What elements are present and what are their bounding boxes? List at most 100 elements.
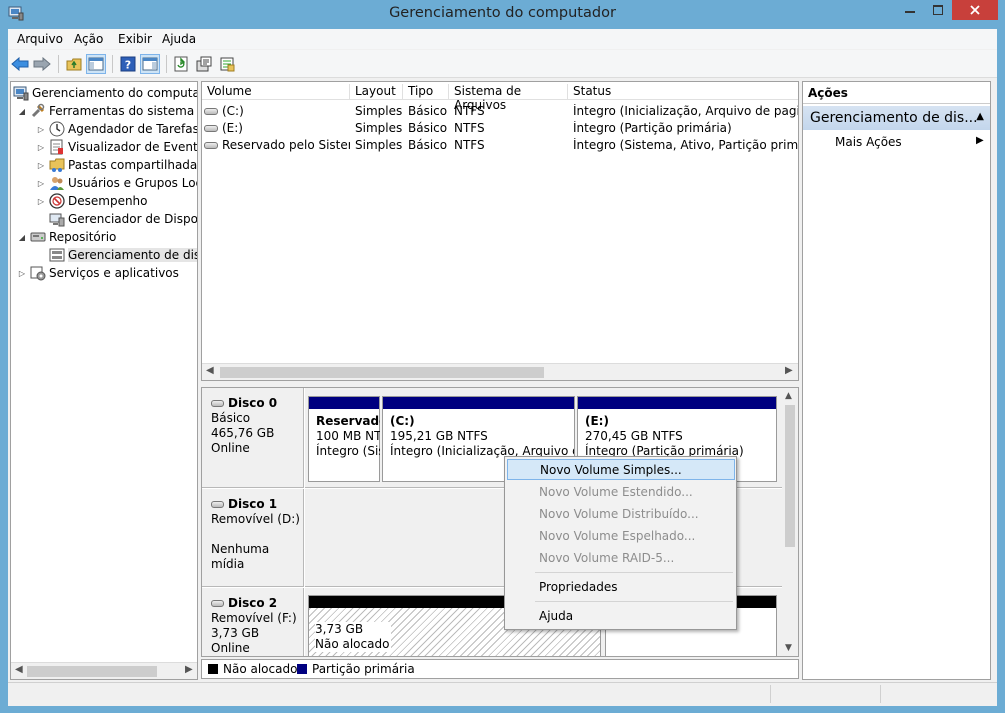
disk-management-icon (49, 247, 65, 263)
collapsed-triangle-icon[interactable]: ▷ (36, 197, 46, 206)
window-title: Gerenciamento do computador (389, 5, 616, 21)
minimize-icon (905, 11, 915, 13)
tree-item-visualizador[interactable]: ▷ Visualizador de Eventos (36, 138, 197, 156)
menu-bar: Arquivo Ação Exibir Ajuda (8, 29, 997, 49)
drive-icon (204, 108, 218, 115)
tree-item-ferramentas[interactable]: ◢ Ferramentas do sistema (17, 102, 194, 120)
table-row[interactable]: Reservado pelo Sistema Simples Básico NT… (202, 137, 798, 154)
minimize-button[interactable] (897, 0, 923, 20)
close-button[interactable] (952, 0, 998, 20)
disk-1-label[interactable]: Disco 1 Removível (D:) Nenhuma mídia (202, 489, 304, 587)
forward-button[interactable] (32, 54, 52, 74)
app-window: Gerenciamento do computador Arquivo Ação… (0, 0, 1005, 713)
menu-item-novo-volume-simples[interactable]: Novo Volume Simples... (507, 459, 735, 480)
tree-item-pastas[interactable]: ▷ Pastas compartilhadas (36, 156, 197, 174)
tree-item-usuarios[interactable]: ▷ Usuários e Grupos Loca (36, 174, 197, 192)
scroll-right-icon[interactable]: ▶ (185, 664, 193, 675)
table-row[interactable]: (E:) Simples Básico NTFS Íntegro (Partiç… (202, 120, 798, 137)
services-icon (30, 265, 46, 281)
computer-management-icon (13, 85, 29, 101)
tree-item-desempenho[interactable]: ▷ Desempenho (36, 192, 148, 210)
tree-item-repositorio[interactable]: ◢ Repositório (17, 228, 116, 246)
menu-item-ajuda[interactable]: Ajuda (507, 606, 735, 627)
show-tree-button[interactable] (86, 54, 106, 74)
refresh-icon (174, 56, 188, 72)
actions-section-disk-management[interactable]: Gerenciamento de dis... ▲ (803, 106, 990, 130)
tree-item-root[interactable]: Gerenciamento do computado (13, 84, 197, 102)
back-button[interactable] (10, 54, 30, 74)
export-list-button[interactable] (217, 54, 237, 74)
tools-icon (30, 103, 46, 119)
disk-2-label[interactable]: Disco 2 Removível (F:) 3,73 GB Online (202, 588, 304, 656)
volume-list-header: Volume Layout Tipo Sistema de Arquivos S… (202, 82, 798, 112)
scroll-right-icon[interactable]: ▶ (785, 365, 793, 376)
partition-reservado[interactable]: Reservado 100 MB NT Íntegro (Sis (308, 396, 380, 482)
menu-ajuda[interactable]: Ajuda (162, 32, 196, 46)
menu-acao[interactable]: Ação (74, 32, 103, 46)
menu-arquivo[interactable]: Arquivo (17, 32, 63, 46)
scroll-down-icon[interactable]: ▼ (785, 643, 792, 653)
table-row[interactable]: (C:) Simples Básico NTFS Íntegro (Inicia… (202, 103, 798, 120)
disk-map-vertical-scrollbar[interactable]: ▲ ▼ (782, 388, 798, 656)
menu-item-propriedades[interactable]: Propriedades (507, 577, 735, 598)
tree-item-gerenciamento-disco[interactable]: Gerenciamento de disco (36, 246, 197, 264)
title-bar[interactable]: Gerenciamento do computador (0, 0, 1005, 28)
volume-list-horizontal-scrollbar[interactable]: ◀ ▶ (202, 363, 798, 380)
up-folder-icon (66, 58, 82, 71)
client-area: Arquivo Ação Exibir Ajuda ? Gerenciament… (8, 29, 997, 706)
column-header-volume[interactable]: Volume (202, 84, 350, 100)
scroll-left-icon[interactable]: ◀ (15, 664, 23, 675)
tree-item-agendador[interactable]: ▷ Agendador de Tarefas (36, 120, 197, 138)
menu-item-novo-volume-espelhado[interactable]: Novo Volume Espelhado... (507, 526, 735, 547)
scrollbar-thumb[interactable] (27, 666, 157, 677)
maximize-button[interactable] (925, 0, 951, 20)
primary-partition-swatch (297, 664, 307, 674)
collapsed-triangle-icon[interactable]: ▷ (17, 269, 27, 278)
show-action-pane-button[interactable] (140, 54, 160, 74)
properties-button[interactable] (194, 54, 214, 74)
collapsed-triangle-icon[interactable]: ▷ (36, 125, 46, 134)
menu-item-novo-volume-distribuido[interactable]: Novo Volume Distribuído... (507, 504, 735, 525)
svg-text:?: ? (125, 59, 131, 72)
scrollbar-thumb[interactable] (220, 367, 544, 378)
actions-pane: Ações Gerenciamento de dis... ▲ Mais Açõ… (802, 81, 991, 680)
expanded-triangle-icon[interactable]: ◢ (17, 107, 27, 116)
expanded-triangle-icon[interactable]: ◢ (17, 233, 27, 242)
column-header-tipo[interactable]: Tipo (403, 84, 449, 100)
disk-icon (211, 400, 224, 407)
tree-horizontal-scrollbar[interactable]: ◀ ▶ (11, 662, 197, 679)
collapsed-triangle-icon[interactable]: ▷ (36, 161, 46, 170)
disk-0-label[interactable]: Disco 0 Básico 465,76 GB Online (202, 388, 304, 488)
menu-item-novo-volume-estendido[interactable]: Novo Volume Estendido... (507, 482, 735, 503)
help-button[interactable]: ? (118, 54, 138, 74)
menu-item-novo-volume-raid5[interactable]: Novo Volume RAID-5... (507, 548, 735, 569)
event-viewer-icon (49, 139, 65, 155)
device-manager-icon (49, 211, 65, 227)
forward-arrow-icon (33, 57, 51, 71)
collapse-up-icon[interactable]: ▲ (976, 111, 984, 122)
refresh-button[interactable] (171, 54, 191, 74)
maximize-icon (933, 5, 943, 15)
unallocated-swatch (208, 664, 218, 674)
submenu-arrow-icon[interactable]: ▶ (976, 135, 984, 146)
console-tree-icon (88, 57, 104, 71)
scrollbar-thumb[interactable] (785, 405, 795, 547)
more-actions-item[interactable]: Mais Ações (835, 135, 902, 149)
legend: Não alocado Partição primária (201, 659, 799, 679)
column-header-status[interactable]: Status (568, 84, 798, 100)
up-folder-button[interactable] (64, 54, 84, 74)
scroll-up-icon[interactable]: ▲ (785, 391, 792, 401)
scroll-left-icon[interactable]: ◀ (206, 365, 214, 376)
collapsed-triangle-icon[interactable]: ▷ (36, 179, 46, 188)
collapsed-triangle-icon[interactable]: ▷ (36, 143, 46, 152)
shared-folder-icon (49, 157, 65, 173)
drive-icon (204, 142, 218, 149)
volume-list: Volume Layout Tipo Sistema de Arquivos S… (201, 81, 799, 381)
tree-item-servicos[interactable]: ▷ Serviços e aplicativos (17, 264, 179, 282)
back-arrow-icon (11, 57, 29, 71)
menu-exibir[interactable]: Exibir (118, 32, 152, 46)
column-header-layout[interactable]: Layout (350, 84, 403, 100)
actions-header: Ações (803, 82, 990, 104)
tree-item-gerenciador-dispositivos[interactable]: Gerenciador de Disposit (36, 210, 197, 228)
column-header-sistema[interactable]: Sistema de Arquivos (449, 84, 568, 112)
